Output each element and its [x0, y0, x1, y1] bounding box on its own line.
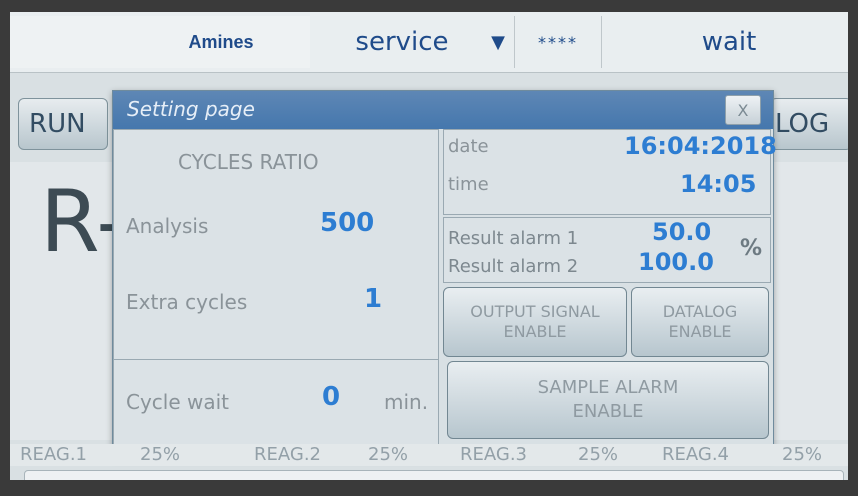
- reag2-label: REAG.2: [254, 444, 321, 465]
- mode-selector[interactable]: service: [322, 16, 482, 68]
- chevron-down-icon[interactable]: ▼: [484, 16, 512, 68]
- output-signal-line2: ENABLE: [503, 322, 567, 341]
- result-alarm2-value[interactable]: 100.0: [638, 248, 714, 276]
- reag3-label: REAG.3: [460, 444, 527, 465]
- result-alarm1-value[interactable]: 50.0: [652, 218, 711, 246]
- date-label: date: [448, 136, 489, 157]
- run-button[interactable]: RUN: [18, 98, 108, 150]
- app-name: Amines: [10, 16, 310, 68]
- cycle-wait-label: Cycle wait: [126, 390, 230, 414]
- reag1-value: 25%: [140, 444, 181, 465]
- time-label: time: [448, 174, 489, 195]
- result-unit: %: [740, 236, 763, 261]
- result-alarm2-label: Result alarm 2: [448, 256, 579, 277]
- output-signal-enable-button[interactable]: OUTPUT SIGNAL ENABLE: [443, 287, 627, 357]
- sample-alarm-line2: ENABLE: [572, 401, 644, 422]
- reag4-label: REAG.4: [662, 444, 729, 465]
- reag1-label: REAG.1: [20, 444, 87, 465]
- dialog-header: Setting page X: [113, 91, 773, 129]
- result-alarms-panel: Result alarm 1 50.0 Result alarm 2 100.0…: [443, 217, 771, 283]
- analysis-value[interactable]: 500: [320, 208, 374, 238]
- datalog-line2: ENABLE: [668, 322, 732, 341]
- log-button[interactable]: LOG: [770, 98, 848, 150]
- cycle-wait-unit: min.: [384, 390, 429, 414]
- bottom-scrollbar[interactable]: [24, 470, 844, 480]
- sample-alarm-enable-button[interactable]: SAMPLE ALARM ENABLE: [447, 361, 769, 439]
- time-value[interactable]: 14:05: [680, 170, 756, 198]
- close-button[interactable]: X: [725, 95, 761, 125]
- reagent-status-bar: REAG.1 25% REAG.2 25% REAG.3 25% REAG.4 …: [10, 444, 848, 466]
- top-bar: Amines service ▼ **** wait: [10, 12, 848, 73]
- dialog-title: Setting page: [127, 97, 255, 121]
- reag3-value: 25%: [578, 444, 619, 465]
- datalog-line1: DATALOG: [662, 302, 738, 321]
- datalog-enable-button[interactable]: DATALOG ENABLE: [631, 287, 769, 357]
- settings-dialog: Setting page X CYCLES RATIO Analysis 500…: [112, 90, 777, 458]
- extra-cycles-value[interactable]: 1: [364, 284, 382, 314]
- result-alarm1-label: Result alarm 1: [448, 228, 579, 249]
- extra-cycles-label: Extra cycles: [126, 290, 248, 314]
- hmi-screen: Amines service ▼ **** wait RUN LOG R- Se…: [10, 12, 848, 480]
- reag2-value: 25%: [368, 444, 409, 465]
- cycles-ratio-title: CYCLES RATIO: [178, 150, 319, 174]
- reag4-value: 25%: [782, 444, 823, 465]
- datetime-panel: date 16:04:2018 time 14:05: [443, 129, 777, 215]
- cycles-ratio-panel: CYCLES RATIO Analysis 500 Extra cycles 1: [113, 129, 439, 361]
- sample-alarm-line1: SAMPLE ALARM: [537, 377, 679, 398]
- password-field[interactable]: ****: [514, 16, 602, 68]
- cycle-wait-panel: Cycle wait 0 min.: [113, 359, 439, 447]
- cycle-wait-value[interactable]: 0: [322, 382, 340, 412]
- output-signal-line1: OUTPUT SIGNAL: [470, 302, 600, 321]
- analysis-label: Analysis: [126, 214, 209, 238]
- status-text: wait: [701, 27, 757, 57]
- date-value[interactable]: 16:04:2018: [624, 132, 777, 160]
